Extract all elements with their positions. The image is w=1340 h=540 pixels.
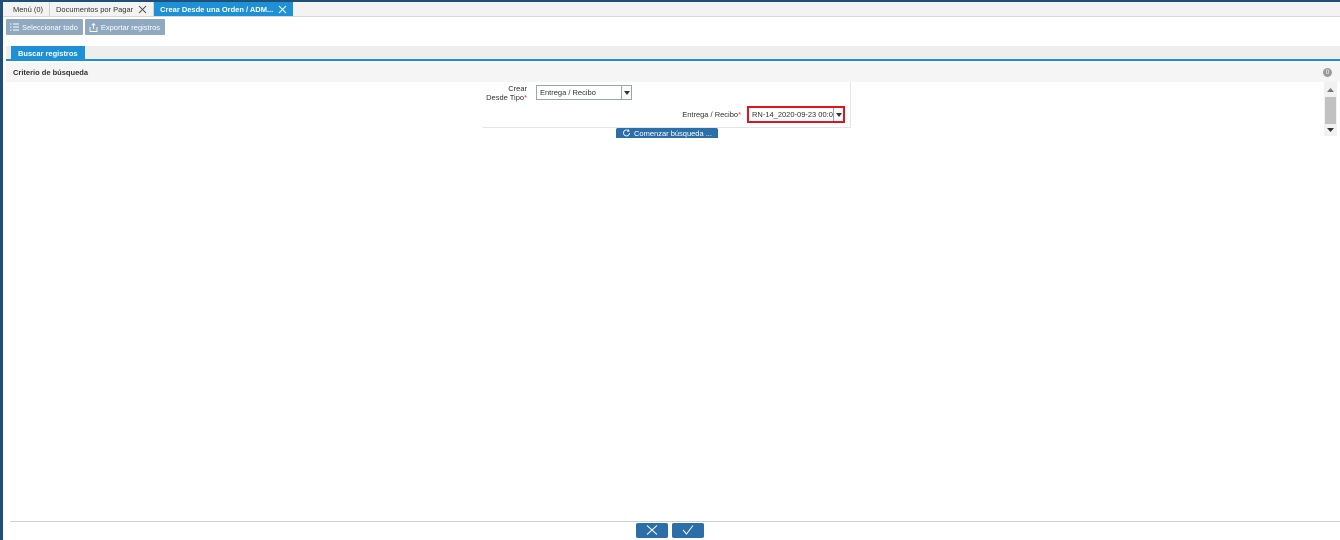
scroll-thumb[interactable] — [1325, 97, 1336, 124]
export-records-label: Exportar registros — [100, 22, 161, 32]
result-count-badge: 0 — [1323, 68, 1332, 77]
create-from-type-label: Crear Desde Tipo* — [486, 84, 527, 102]
tab-buscar-registros[interactable]: Buscar registros — [11, 46, 85, 61]
criteria-title: Criterio de búsqueda — [13, 68, 89, 77]
tab-menu-label: Menú (0) — [13, 4, 44, 14]
cancel-button[interactable] — [636, 523, 668, 538]
close-icon[interactable] — [138, 5, 147, 14]
scroll-up-icon[interactable] — [1324, 84, 1337, 96]
export-icon — [89, 22, 98, 32]
tab-menu[interactable]: Menú (0) — [3, 2, 51, 16]
search-form: Crear Desde Tipo* Entrega / Recibo Entre… — [483, 82, 851, 128]
chevron-down-icon[interactable] — [621, 86, 631, 99]
app-window: Menú (0) Documentos por Pagar Crear Desd… — [0, 0, 1340, 540]
ok-button[interactable] — [672, 523, 704, 538]
close-icon — [646, 524, 658, 537]
chevron-down-icon[interactable] — [833, 108, 843, 121]
create-from-type-value: Entrega / Recibo — [540, 88, 596, 97]
section-tab-band: Buscar registros — [6, 46, 1340, 61]
bottom-divider — [10, 521, 1340, 522]
start-search-label: Comenzar búsqueda ... — [634, 129, 712, 138]
delivery-receipt-select[interactable]: RN-14_2020-09-23 00:00: — [747, 106, 845, 123]
close-icon[interactable] — [278, 5, 287, 14]
toolbar: Seleccionar todo Exportar registros — [6, 19, 166, 35]
tab-documentos-label: Documentos por Pagar — [56, 4, 134, 14]
tab-documentos-por-pagar[interactable]: Documentos por Pagar — [50, 2, 155, 16]
section-tab-label: Buscar registros — [18, 49, 78, 58]
create-from-type-select[interactable]: Entrega / Recibo — [536, 85, 632, 100]
export-records-button[interactable]: Exportar registros — [84, 19, 166, 35]
vertical-scrollbar[interactable] — [1324, 82, 1337, 136]
select-all-button[interactable]: Seleccionar todo — [6, 19, 83, 35]
list-icon — [10, 23, 19, 31]
check-icon — [682, 524, 694, 537]
refresh-icon — [622, 129, 631, 137]
tab-bar: Menú (0) Documentos por Pagar Crear Desd… — [3, 2, 1340, 17]
select-all-label: Seleccionar todo — [22, 22, 78, 32]
start-search-button[interactable]: Comenzar búsqueda ... — [616, 128, 718, 138]
scroll-down-icon[interactable] — [1324, 124, 1337, 136]
search-criteria-header[interactable]: Criterio de búsqueda 0 — [6, 63, 1340, 82]
tab-crear-desde-orden[interactable]: Crear Desde una Orden / ADM... — [154, 2, 294, 16]
tab-crear-label: Crear Desde una Orden / ADM... — [160, 4, 274, 14]
delivery-receipt-value: RN-14_2020-09-23 00:00: — [752, 110, 840, 119]
delivery-receipt-label: Entrega / Recibo* — [682, 110, 741, 119]
